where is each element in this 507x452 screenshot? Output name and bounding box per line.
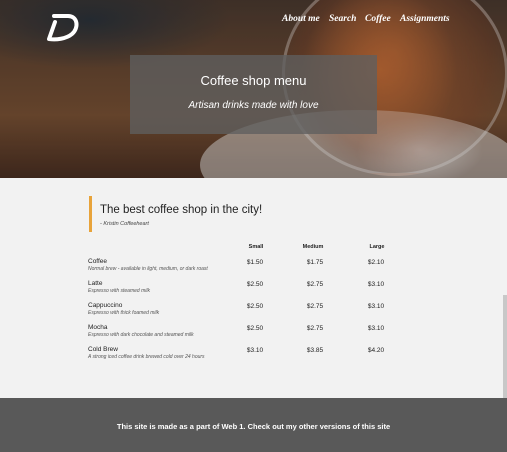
nav-item-search[interactable]: Search [329, 14, 356, 24]
item-name: Latte [88, 280, 103, 287]
price-large: $3.10 [367, 303, 385, 310]
hero-title-box: Coffee shop menu Artisan drinks made wit… [130, 55, 377, 134]
menu-item-row: Cold Brew A strong iced coffee drink bre… [88, 346, 408, 366]
item-name: Cold Brew [88, 346, 118, 353]
hero-subtitle: Artisan drinks made with love [188, 100, 319, 111]
column-header-medium: Medium [302, 244, 324, 250]
testimonial-quote: The best coffee shop in the city! - Kris… [89, 196, 292, 232]
item-description: Espresso with steamed milk [88, 288, 150, 294]
top-nav: About me Search Coffee Assignments [0, 14, 507, 28]
quote-author: - Kristin Coffeeheart [100, 221, 149, 227]
price-medium: $1.75 [306, 259, 324, 266]
menu-item-row: Cappuccino Espresso with thick foamed mi… [88, 302, 408, 322]
price-small: $2.50 [246, 281, 264, 288]
item-description: Espresso with dark chocolate and steamed… [88, 332, 194, 338]
menu-item-row: Mocha Espresso with dark chocolate and s… [88, 324, 408, 344]
nav-item-coffee[interactable]: Coffee [365, 14, 391, 24]
quote-text: The best coffee shop in the city! [100, 204, 263, 216]
hero-banner: About me Search Coffee Assignments Coffe… [0, 0, 507, 178]
price-large: $3.10 [367, 325, 385, 332]
price-large: $4.20 [367, 347, 385, 354]
footer-text: This site is made as a part of Web 1. Ch… [116, 422, 391, 431]
item-name: Coffee [88, 258, 108, 265]
nav-item-about-me[interactable]: About me [282, 14, 320, 24]
price-large: $2.10 [367, 259, 385, 266]
nav-item-assignments[interactable]: Assignments [400, 14, 450, 24]
price-large: $3.10 [367, 281, 385, 288]
scrollbar[interactable] [503, 295, 507, 398]
price-medium: $2.75 [306, 281, 324, 288]
menu-item-row: Coffee Normal brew - available in light,… [88, 258, 408, 278]
column-header-large: Large [369, 244, 385, 250]
item-name: Mocha [88, 324, 108, 331]
price-small: $3.10 [246, 347, 264, 354]
price-medium: $3.85 [306, 347, 324, 354]
price-small: $2.50 [246, 303, 264, 310]
hero-title: Coffee shop menu [200, 73, 307, 88]
menu-section: The best coffee shop in the city! - Kris… [0, 178, 507, 398]
price-medium: $2.75 [306, 303, 324, 310]
column-header-small: Small [248, 244, 264, 250]
item-description: Normal brew - available in light, medium… [88, 266, 208, 272]
item-description: A strong iced coffee drink brewed cold o… [88, 354, 205, 360]
price-medium: $2.75 [306, 325, 324, 332]
price-small: $2.50 [246, 325, 264, 332]
page-footer: This site is made as a part of Web 1. Ch… [0, 398, 507, 452]
price-small: $1.50 [246, 259, 264, 266]
item-name: Cappuccino [88, 302, 123, 309]
menu-item-row: Latte Espresso with steamed milk $2.50 $… [88, 280, 408, 300]
item-description: Espresso with thick foamed milk [88, 310, 160, 316]
